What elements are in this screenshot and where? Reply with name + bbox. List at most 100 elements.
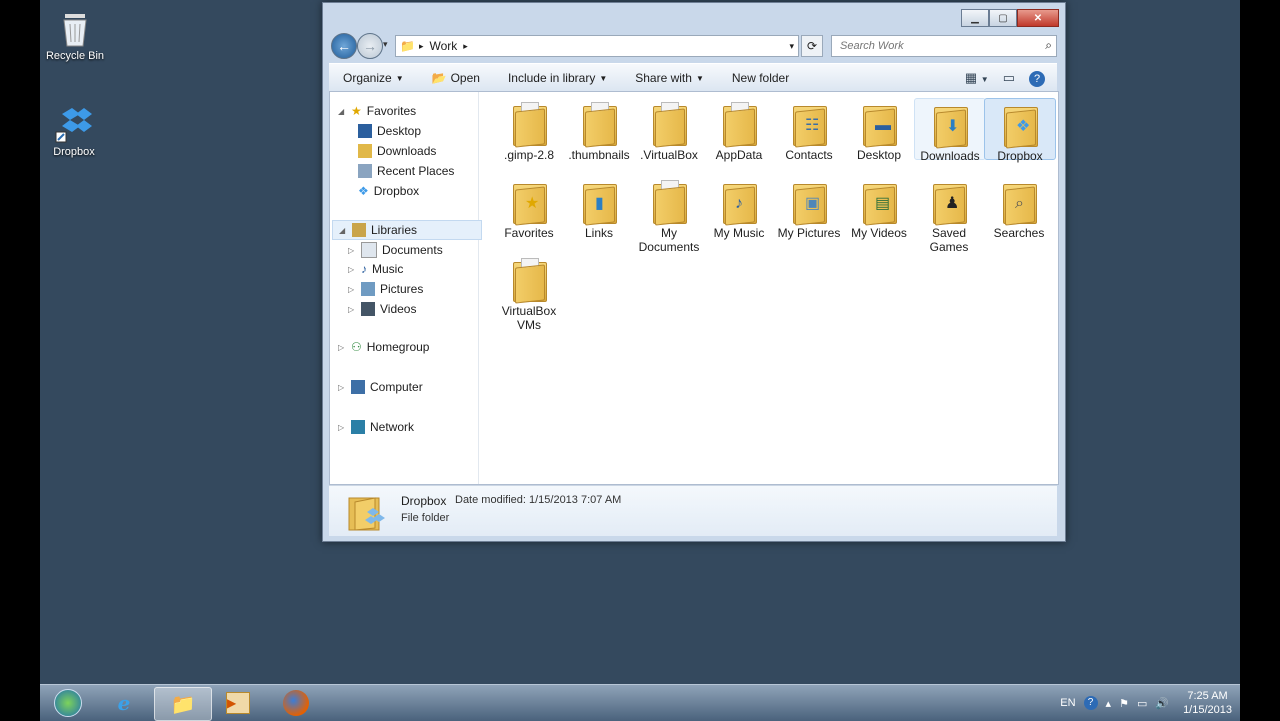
dropbox-folder-icon: ❖ xyxy=(1002,101,1038,149)
change-view-button[interactable]: ▦ ▼ xyxy=(965,70,989,87)
recent-places-icon xyxy=(358,164,372,178)
include-in-library-button[interactable]: Include in library ▼ xyxy=(494,71,621,85)
nav-label: Homegroup xyxy=(366,340,430,354)
folder-item[interactable]: ★ Favorites xyxy=(494,176,564,240)
network-tray-icon[interactable]: ▭ xyxy=(1137,697,1147,710)
folder-icon xyxy=(651,100,687,148)
nav-item-downloads[interactable]: Downloads xyxy=(358,144,436,158)
command-bar: Organize ▼ 📂 Open Include in library ▼ Shar… xyxy=(329,63,1057,93)
folder-item[interactable]: ▤ My Videos xyxy=(844,176,914,240)
minimize-button[interactable]: ▁ xyxy=(961,9,989,27)
nav-item-videos[interactable]: ▷ Videos xyxy=(348,302,416,316)
expand-triangle-icon: ▷ xyxy=(348,284,355,294)
refresh-button[interactable]: ⟳ xyxy=(801,35,823,57)
nav-item-documents[interactable]: ▷ Documents xyxy=(348,242,443,258)
breadcrumb-work[interactable]: Work xyxy=(429,39,457,53)
organize-label: Organize xyxy=(343,71,392,85)
action-center-flag-icon[interactable]: ⚑ xyxy=(1119,697,1129,710)
share-with-button[interactable]: Share with ▼ xyxy=(621,71,718,85)
new-folder-button[interactable]: New folder xyxy=(718,71,803,85)
collapse-triangle-icon: ◢ xyxy=(339,225,346,235)
nav-label: Recent Places xyxy=(377,164,455,178)
folder-item[interactable]: ▮ Links xyxy=(564,176,634,240)
forward-button[interactable]: → xyxy=(357,33,383,59)
address-dropdown-icon[interactable]: ▾ xyxy=(789,41,794,52)
search-input[interactable] xyxy=(838,36,1032,56)
recycle-bin-icon xyxy=(55,8,95,48)
nav-item-music[interactable]: ▷ ♪ Music xyxy=(348,262,403,276)
volume-icon[interactable]: 🔊 xyxy=(1155,697,1169,710)
expand-triangle-icon: ▷ xyxy=(348,264,355,274)
internet-explorer-icon: e xyxy=(117,691,131,715)
nav-label: Pictures xyxy=(380,282,424,296)
folder-item[interactable]: AppData xyxy=(704,98,774,162)
dropbox-folder-icon xyxy=(347,492,387,532)
folder-label: Desktop xyxy=(856,148,902,162)
back-button[interactable]: ← xyxy=(331,33,357,59)
nav-item-recent-places[interactable]: Recent Places xyxy=(358,164,454,178)
music-folder-icon: ♪ xyxy=(721,178,757,226)
folder-label: .VirtualBox xyxy=(640,148,698,162)
folder-item[interactable]: ▬ Desktop xyxy=(844,98,914,162)
nav-network[interactable]: ▷ Network xyxy=(338,420,414,434)
folder-item[interactable]: .gimp-2.8 xyxy=(494,98,564,162)
nav-label: Videos xyxy=(380,302,417,316)
dropbox-icon xyxy=(54,104,94,144)
nav-label: Favorites xyxy=(366,104,417,118)
folder-label: .gimp-2.8 xyxy=(503,148,555,162)
recent-pages-chevron-icon[interactable]: ▾ xyxy=(383,39,388,50)
folder-icon: 📁 xyxy=(400,39,415,53)
new-folder-label: New folder xyxy=(731,71,790,85)
folder-item[interactable]: VirtualBox VMs xyxy=(494,254,564,332)
taskbar-media-player[interactable]: ▶ xyxy=(210,687,266,719)
nav-homegroup[interactable]: ▷ ⚇ Homegroup xyxy=(338,340,429,354)
firefox-icon xyxy=(283,690,309,716)
help-button[interactable]: ? xyxy=(1029,70,1045,87)
address-bar[interactable]: 📁 ▸ Work ▸ ▾ xyxy=(395,35,799,57)
desktop-icon xyxy=(358,124,372,138)
main-pane: ◢ ★ Favorites Desktop Downloads Recent Pla… xyxy=(329,91,1059,485)
nav-favorites[interactable]: ◢ ★ Favorites xyxy=(338,104,416,118)
open-button[interactable]: 📂 Open xyxy=(418,71,494,85)
clock[interactable]: 7:25 AM 1/15/2013 xyxy=(1183,689,1232,717)
language-indicator[interactable]: EN xyxy=(1060,697,1075,709)
folder-item[interactable]: ▣ My Pictures xyxy=(774,176,844,240)
clock-date: 1/15/2013 xyxy=(1183,704,1232,716)
desktop-icon-dropbox[interactable]: Dropbox xyxy=(34,104,114,158)
downloads-folder-icon xyxy=(358,144,372,158)
close-button[interactable]: ✕ xyxy=(1017,9,1059,27)
nav-item-pictures[interactable]: ▷ Pictures xyxy=(348,282,423,296)
nav-libraries[interactable]: ◢ Libraries xyxy=(332,220,482,240)
start-button[interactable] xyxy=(40,687,96,719)
nav-item-desktop[interactable]: Desktop xyxy=(358,124,421,138)
open-folder-icon: 📂 xyxy=(431,71,447,85)
breadcrumb-chevron-icon: ▸ xyxy=(418,40,424,51)
desktop-icon-recycle-bin[interactable]: Recycle Bin xyxy=(35,8,115,62)
taskbar-windows-explorer[interactable]: 📁 xyxy=(154,687,212,721)
folder-item[interactable]: .VirtualBox xyxy=(634,98,704,162)
chevron-down-icon: ▼ xyxy=(695,73,704,83)
nav-label: Documents xyxy=(382,243,443,257)
folder-item[interactable]: ⬇ Downloads xyxy=(914,98,986,163)
videos-folder-icon: ▤ xyxy=(861,178,897,226)
folder-item[interactable]: .thumbnails xyxy=(564,98,634,162)
folder-item[interactable]: ♪ My Music xyxy=(704,176,774,240)
preview-pane-button[interactable]: ▭ xyxy=(1003,70,1015,87)
folder-item[interactable]: ♟ Saved Games xyxy=(914,176,984,254)
folder-item-selected[interactable]: ❖ Dropbox xyxy=(984,98,1056,163)
folder-item[interactable]: ⌕ Searches xyxy=(984,176,1054,240)
help-tray-icon[interactable]: ? xyxy=(1083,696,1098,710)
collapse-triangle-icon: ◢ xyxy=(338,106,345,116)
folder-item[interactable]: My Documents xyxy=(634,176,704,254)
nav-computer[interactable]: ▷ Computer xyxy=(338,380,423,394)
show-hidden-icons-icon[interactable]: ▴ xyxy=(1106,697,1112,710)
maximize-button[interactable]: ▢ xyxy=(989,9,1017,27)
folder-item[interactable]: ☷ Contacts xyxy=(774,98,844,162)
taskbar-internet-explorer[interactable]: e xyxy=(96,687,152,719)
folder-icon xyxy=(721,100,757,148)
nav-item-dropbox[interactable]: ❖ Dropbox xyxy=(358,184,419,198)
search-box[interactable]: ⌕ xyxy=(831,35,1057,57)
folder-label: My Pictures xyxy=(777,226,841,240)
organize-button[interactable]: Organize ▼ xyxy=(329,71,418,85)
taskbar-firefox[interactable] xyxy=(268,687,324,719)
